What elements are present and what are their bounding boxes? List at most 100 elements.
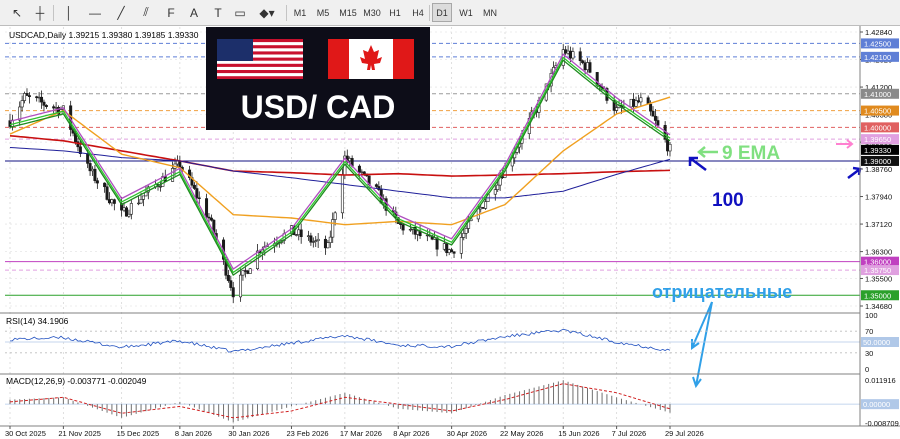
chart-title: USDCAD,Daily 1.39215 1.39380 1.39185 1.3…: [9, 30, 199, 40]
candle-body: [632, 98, 636, 107]
time-tick-label: 30 Oct 2025: [5, 429, 46, 438]
candle-body: [634, 100, 638, 107]
timeframe-w1[interactable]: W1: [456, 3, 476, 22]
timeframe-m5[interactable]: M5: [313, 3, 333, 22]
candle-body: [459, 237, 463, 254]
candle-body: [571, 51, 575, 59]
candle-body: [229, 280, 233, 288]
tool-glyph: —: [89, 5, 101, 20]
candle-body: [54, 107, 58, 109]
time-tick-label: 21 Nov 2025: [58, 429, 101, 438]
rsi-tick-label: 0: [865, 365, 869, 374]
time-tick-label: 8 Apr 2026: [393, 429, 429, 438]
text-label-icon[interactable]: T: [209, 3, 227, 22]
vertical-line-icon[interactable]: │: [60, 3, 78, 22]
timeframe-h4[interactable]: H4: [408, 3, 428, 22]
candle-body: [328, 236, 332, 243]
time-tick-label: 17 Mar 2026: [340, 429, 382, 438]
candle-body: [239, 274, 243, 298]
price-tick-label: 1.37120: [865, 220, 892, 229]
tool-glyph: ↖: [11, 5, 23, 20]
price-tick-label: 1.38760: [865, 165, 892, 174]
chart-area[interactable]: USD/ CAD 9 EMA 100 отрицательные 1.42840 1.…: [0, 26, 900, 439]
price-tag-label: 1.35000: [864, 291, 891, 300]
time-tick-label: 22 May 2026: [500, 429, 543, 438]
candle-body: [481, 207, 485, 209]
candle-body: [583, 62, 587, 71]
timeframe-label: M15: [339, 7, 357, 18]
text-tool-icon[interactable]: A: [185, 3, 203, 22]
timeframe-d1[interactable]: D1: [432, 3, 452, 22]
candle-body: [588, 62, 592, 73]
candle-body: [581, 60, 585, 64]
candle-body: [129, 203, 133, 215]
candle-body: [595, 72, 599, 86]
candle-body: [569, 50, 573, 59]
candle-body: [493, 189, 497, 195]
timeframe-m30[interactable]: M30: [361, 3, 383, 22]
timeframe-m1[interactable]: M1: [290, 3, 310, 22]
candle-body: [649, 103, 653, 112]
candle-body: [20, 100, 24, 108]
candle-body: [110, 199, 114, 204]
time-tick-label: 15 Jun 2026: [558, 429, 599, 438]
candle-body: [333, 212, 337, 220]
horizontal-line-icon[interactable]: —: [86, 3, 104, 22]
candle-body: [112, 199, 116, 204]
candle-body: [95, 180, 99, 184]
candle-body: [105, 186, 109, 200]
candle-body: [209, 217, 213, 221]
candle-body: [447, 249, 451, 254]
time-tick-label: 8 Jan 2026: [175, 429, 212, 438]
time-tick-label: 30 Apr 2026: [447, 429, 487, 438]
timeframe-m15[interactable]: M15: [337, 3, 359, 22]
tool-glyph: ╱: [117, 5, 125, 20]
candle-body: [653, 115, 657, 121]
candle-body: [464, 228, 468, 234]
crosshair-icon[interactable]: ┼: [31, 3, 49, 22]
canada-flag-icon: [328, 39, 414, 79]
tool-glyph: ⫽: [143, 5, 149, 19]
candle-body: [52, 106, 56, 109]
candle-body: [496, 184, 500, 190]
candle-body: [44, 105, 48, 107]
candle-body: [297, 229, 301, 236]
candle-body: [445, 243, 449, 254]
candle-body: [484, 201, 488, 209]
timeframe-label: M5: [316, 7, 330, 18]
price-tag-label: 1.39000: [864, 157, 891, 166]
candle-body: [452, 251, 456, 254]
trendline-icon[interactable]: ╱: [112, 3, 130, 22]
shapes-dropdown-icon[interactable]: ◆▾: [255, 3, 279, 22]
timeframe-h1[interactable]: H1: [385, 3, 405, 22]
candle-body: [311, 241, 315, 243]
candle-body: [192, 184, 196, 189]
candle-body: [615, 107, 619, 111]
cursor-icon[interactable]: ↖: [8, 3, 26, 22]
equidistant-channel-icon[interactable]: ⫽: [137, 3, 155, 22]
candle-body: [86, 153, 90, 164]
candle-body: [299, 229, 303, 237]
timeframe-label: M30: [363, 7, 381, 18]
candle-body: [399, 223, 403, 225]
tool-glyph: ◆▾: [259, 5, 275, 20]
tool-glyph: │: [65, 5, 73, 20]
candle-body: [374, 184, 378, 187]
candle-body: [450, 249, 454, 253]
candle-body: [141, 195, 145, 200]
rectangle-label-icon[interactable]: ▭: [231, 3, 249, 22]
rsi-tick-label: 50.0000: [863, 338, 890, 347]
candle-body: [248, 268, 252, 274]
timeframe-mn[interactable]: MN: [480, 3, 500, 22]
fibonacci-icon[interactable]: F: [162, 3, 180, 22]
candle-body: [35, 96, 39, 99]
candle-body: [139, 199, 143, 204]
candle-body: [93, 168, 97, 181]
tool-glyph: T: [214, 5, 222, 20]
chart-toolbar: ↖ ┼ │ — ╱ ⫽ F A T ▭ ◆▾ M1 M5 M15 M30 H1 H4 D1 W1 MN: [0, 0, 900, 26]
candle-body: [323, 238, 327, 249]
candle-body: [566, 50, 570, 54]
rsi-tick-label: 100: [865, 311, 878, 320]
candle-body: [124, 207, 128, 217]
price-tick-label: 1.37940: [865, 193, 892, 202]
